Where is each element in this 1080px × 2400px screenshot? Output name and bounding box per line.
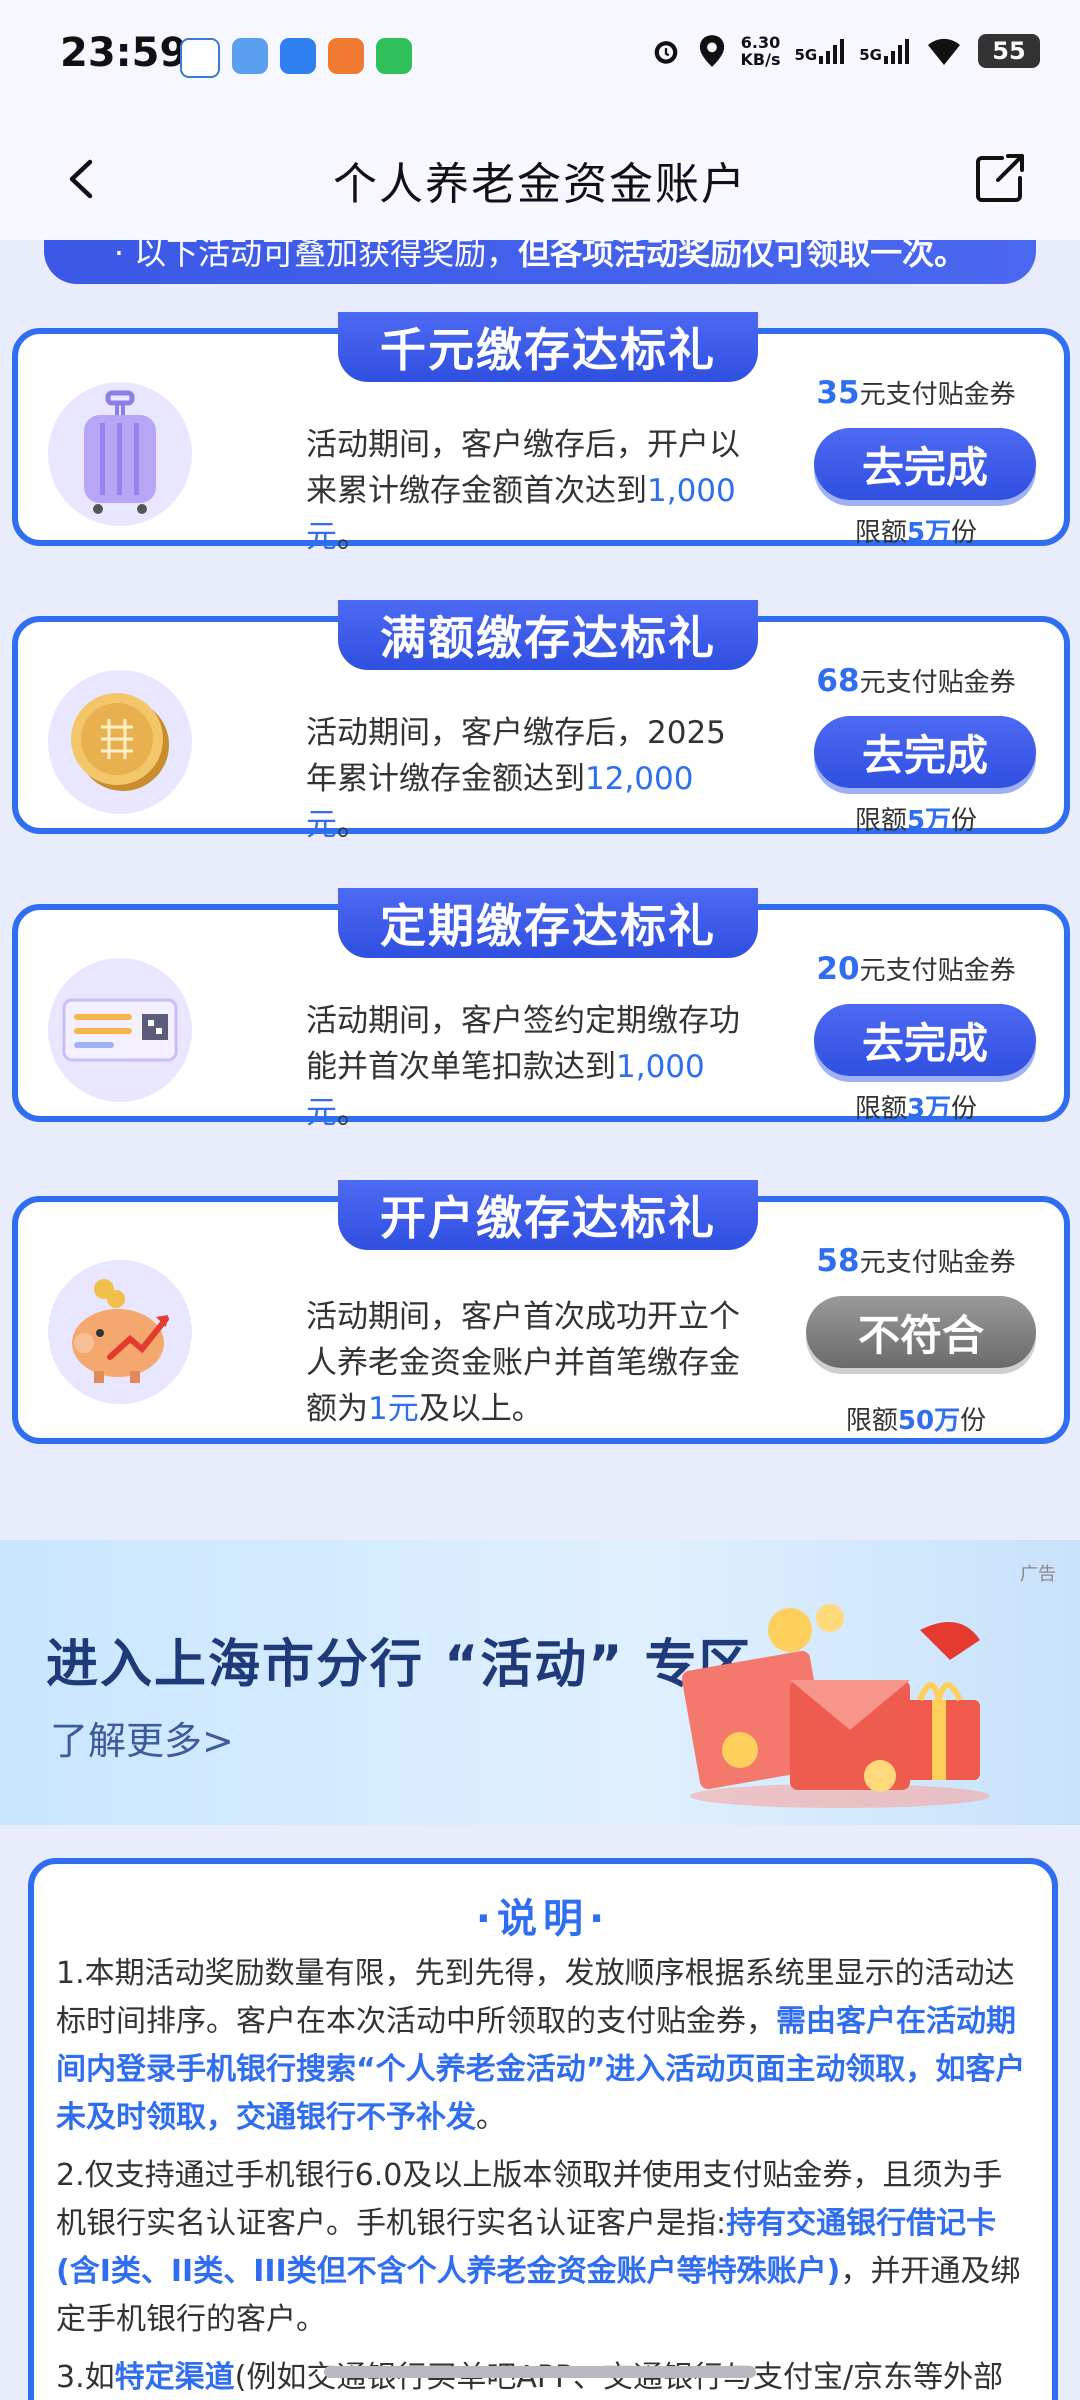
quota-suffix: 份 — [951, 806, 978, 836]
activity-card-3: 定期缴存达标礼 活动期间，客户签约定期缴存功能并首次单笔扣款达到1,000元。 … — [12, 888, 1070, 1131]
page-content[interactable]: · 以下活动可叠加获得奖励， 但各项活动奖励仅可领取一次。 千元缴存达标礼 活动期… — [0, 240, 1080, 2400]
card-description-end: 。 — [337, 807, 368, 843]
notice-bold-text: 但各项活动奖励仅可领取一次。 — [518, 240, 967, 272]
complete-button[interactable]: 去完成 — [814, 1004, 1036, 1076]
ineligible-button[interactable]: 不符合 — [806, 1296, 1036, 1368]
explanation-title: ·说明· — [475, 1896, 611, 1942]
quota-prefix: 限额 — [854, 1094, 907, 1124]
reward-text: 元支付贴金券 — [859, 668, 1016, 698]
explanation-item-2: 2.仅支持通过手机银行6.0及以上版本领取并使用支付贴金券，且须为手机银行实名认… — [56, 2152, 1030, 2344]
red-envelope-gift-icon — [681, 1604, 990, 1808]
quota-label: 限额5万份 — [796, 512, 1036, 549]
page-title: 个人养老金资金账户 — [333, 159, 747, 210]
banner-title: 进入上海市分行 “活动” 专区 — [46, 1635, 753, 1695]
orange-app-icon — [328, 38, 364, 74]
gold-coin-icon — [48, 670, 192, 814]
reward-label: 20元支付贴金券 — [796, 950, 1036, 987]
ticket-card-icon — [48, 958, 192, 1102]
back-arrow-icon[interactable] — [58, 154, 108, 204]
explanation-body: 1.本期活动奖励数量有限，先到先得，发放顺序根据系统里显示的活动达标时间排序。客… — [34, 1944, 1052, 2400]
card-title: 满额缴存达标礼 — [338, 600, 758, 670]
card-description: 活动期间，客户首次成功开立个人养老金资金账户并首笔缴存金额为1元及以上。 — [306, 1294, 746, 1432]
notice-text: · 以下活动可叠加获得奖励， — [113, 240, 519, 272]
quota-suffix: 份 — [960, 1406, 987, 1436]
card-description-end: 。 — [337, 519, 368, 555]
network-speed-value: 6.30 — [740, 33, 781, 52]
suitcase-icon — [48, 382, 192, 526]
card-title: 千元缴存达标礼 — [338, 312, 758, 382]
quota-amount: 5万 — [906, 518, 952, 548]
piggy-bank-icon — [48, 1260, 192, 1404]
quota-label: 限额3万份 — [796, 1088, 1036, 1125]
location-icon — [699, 35, 724, 67]
activity-card-2: 满额缴存达标礼 活动期间，客户缴存后，2025年累计缴存金额达到12,000元。… — [12, 600, 1070, 843]
nav-header: 个人养老金资金账户 — [0, 120, 1080, 240]
chat-app-icon — [280, 38, 316, 74]
activity-card-4: 开户缴存达标礼 活动期间，客户首次成功开立个人养老金资金账户并首笔缴存金额为1元… — [12, 1180, 1070, 1444]
signal-2-label: 5G — [859, 46, 882, 64]
signal-bars-icon — [819, 39, 845, 64]
complete-button[interactable]: 去完成 — [814, 716, 1036, 788]
complete-button[interactable]: 去完成 — [814, 428, 1036, 500]
signal-1: 5G — [795, 38, 846, 64]
card-description-amount: 1元 — [368, 1391, 419, 1427]
activity-notice: · 以下活动可叠加获得奖励， 但各项活动奖励仅可领取一次。 — [44, 240, 1036, 284]
quota-suffix: 份 — [951, 518, 978, 548]
explanation-text: 3.如 — [56, 2360, 115, 2395]
reward-text: 元支付贴金券 — [859, 1248, 1016, 1278]
explanation-text: 。 — [476, 2100, 506, 2135]
reward-amount: 20 — [816, 951, 860, 987]
quota-amount: 50万 — [897, 1406, 961, 1436]
card-title: 定期缴存达标礼 — [338, 888, 758, 958]
share-icon[interactable] — [972, 150, 1028, 206]
network-speed-unit: KB/s — [740, 50, 781, 69]
reward-amount: 58 — [816, 1243, 860, 1279]
alarm-icon — [654, 41, 677, 64]
ad-tag: 广告 — [1020, 1564, 1056, 1585]
reward-amount: 35 — [816, 375, 860, 411]
reward-label: 58元支付贴金券 — [796, 1242, 1036, 1279]
signal-1-label: 5G — [794, 46, 818, 64]
activity-card-1: 千元缴存达标礼 活动期间，客户缴存后，开户以来累计缴存金额首次达到1,000元。… — [12, 312, 1070, 555]
notification-icons — [180, 38, 412, 78]
battery-indicator: 55 — [978, 34, 1040, 68]
explanation-item-1: 1.本期活动奖励数量有限，先到先得，发放顺序根据系统里显示的活动达标时间排序。客… — [56, 1950, 1030, 2142]
card-description: 活动期间，客户缴存后，2025年累计缴存金额达到12,000元。 — [306, 710, 746, 848]
bird-app-icon — [180, 38, 220, 78]
card-description-end: 。 — [337, 1095, 368, 1131]
status-time: 23:59 — [60, 30, 188, 76]
system-icons: 6.30 KB/s 5G 5G 55 — [649, 34, 1040, 68]
status-bar: 23:59 6.30 KB/s 5G 5G 55 — [0, 0, 1080, 120]
quota-label: 限额5万份 — [796, 800, 1036, 837]
quota-suffix: 份 — [951, 1094, 978, 1124]
wifi-icon — [928, 38, 960, 65]
cloud-app-icon — [232, 38, 268, 74]
specific-channel-link[interactable]: 特定渠道 — [115, 2360, 235, 2395]
home-indicator[interactable] — [324, 2366, 756, 2378]
card-description: 活动期间，客户签约定期缴存功能并首次单笔扣款达到1,000元。 — [306, 998, 746, 1136]
learn-more-link[interactable]: 了解更多> — [50, 1710, 234, 1765]
card-description: 活动期间，客户缴存后，开户以来累计缴存金额首次达到1,000元。 — [306, 422, 746, 560]
card-title: 开户缴存达标礼 — [338, 1180, 758, 1250]
card-description-end: 及以上。 — [418, 1391, 543, 1427]
signal-bars-icon — [884, 39, 909, 64]
reward-amount: 68 — [816, 663, 860, 699]
promo-banner[interactable]: 广告 进入上海市分行 “活动” 专区 了解更多> — [0, 1540, 1080, 1825]
reward-label: 35元支付贴金券 — [796, 374, 1036, 411]
network-speed: 6.30 KB/s — [741, 34, 781, 68]
explanation-panel: ·说明· 1.本期活动奖励数量有限，先到先得，发放顺序根据系统里显示的活动达标时… — [28, 1858, 1058, 2400]
reward-label: 68元支付贴金券 — [796, 662, 1036, 699]
quota-prefix: 限额 — [854, 518, 907, 548]
quota-prefix: 限额 — [854, 806, 907, 836]
quota-prefix: 限额 — [845, 1406, 898, 1436]
reward-text: 元支付贴金券 — [859, 956, 1016, 986]
signal-2: 5G — [859, 38, 910, 64]
reward-text: 元支付贴金券 — [859, 380, 1016, 410]
quota-amount: 3万 — [906, 1094, 952, 1124]
phone-app-icon — [376, 38, 412, 74]
quota-amount: 5万 — [906, 806, 952, 836]
quota-label: 限额50万份 — [796, 1400, 1036, 1437]
